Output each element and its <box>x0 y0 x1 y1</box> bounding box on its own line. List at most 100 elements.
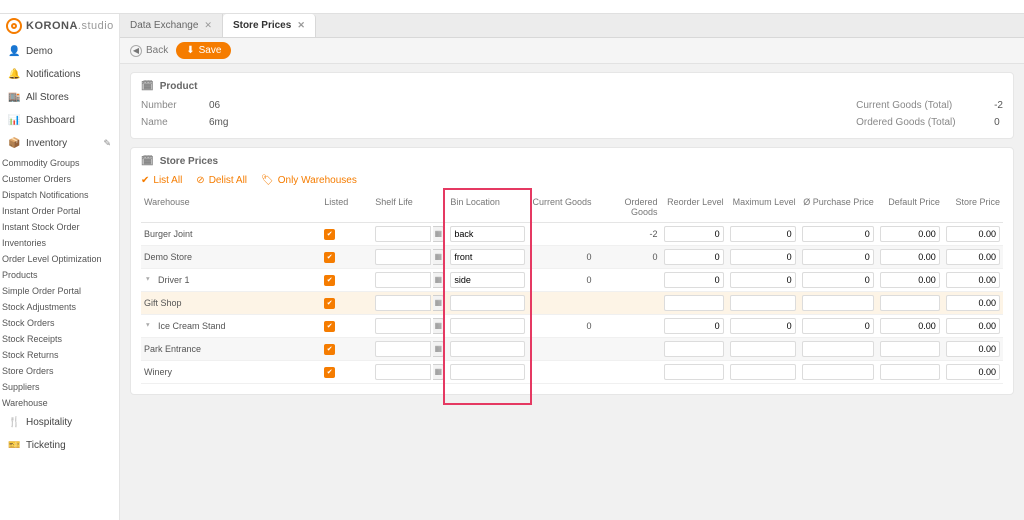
sidebar-sub-dispatch-notifications[interactable]: Dispatch Notifications <box>0 187 119 203</box>
cell-store-price[interactable] <box>943 360 1003 383</box>
cell-reorder-level[interactable] <box>661 245 727 268</box>
shelf-life-input[interactable] <box>375 295 431 311</box>
store-price-input[interactable] <box>946 318 1000 334</box>
bin-location-input[interactable] <box>450 318 525 334</box>
sidebar-item-hospitality[interactable]: 🍴Hospitality <box>0 411 119 434</box>
cell-bin-location[interactable] <box>447 245 528 268</box>
table-row[interactable]: Burger Joint✔▦-2 <box>141 222 1003 245</box>
purchase-price-input[interactable] <box>802 341 874 357</box>
reorder-level-input[interactable] <box>664 318 724 334</box>
default-price-input[interactable] <box>880 249 940 265</box>
bin-location-input[interactable] <box>450 295 525 311</box>
table-row[interactable]: Ice Cream Stand✔▦0 <box>141 314 1003 337</box>
close-icon[interactable]: ✕ <box>204 20 212 31</box>
cell-store-price[interactable] <box>943 337 1003 360</box>
cell-bin-location[interactable] <box>447 268 528 291</box>
cell-listed[interactable]: ✔ <box>321 222 372 245</box>
sidebar-sub-instant-stock-order[interactable]: Instant Stock Order <box>0 219 119 235</box>
checkbox-checked-icon[interactable]: ✔ <box>324 252 335 263</box>
edit-icon[interactable]: ✎ <box>103 138 111 149</box>
bin-location-input[interactable] <box>450 249 525 265</box>
close-icon[interactable]: ✕ <box>297 20 305 31</box>
cell-listed[interactable]: ✔ <box>321 337 372 360</box>
reorder-level-input[interactable] <box>664 295 724 311</box>
checkbox-checked-icon[interactable]: ✔ <box>324 298 335 309</box>
store-price-input[interactable] <box>946 364 1000 380</box>
calendar-icon[interactable]: ▦ <box>433 364 444 380</box>
calendar-icon[interactable]: ▦ <box>433 272 444 288</box>
cell-listed[interactable]: ✔ <box>321 268 372 291</box>
cell-reorder-level[interactable] <box>661 222 727 245</box>
calendar-icon[interactable]: ▦ <box>433 226 444 242</box>
purchase-price-input[interactable] <box>802 272 874 288</box>
shelf-life-input[interactable] <box>375 226 431 242</box>
shelf-life-input[interactable] <box>375 272 431 288</box>
default-price-input[interactable] <box>880 341 940 357</box>
cell-listed[interactable]: ✔ <box>321 314 372 337</box>
cell-shelf-life[interactable]: ▦ <box>372 291 447 314</box>
maximum-level-input[interactable] <box>730 272 796 288</box>
calendar-icon[interactable]: ▦ <box>433 295 444 311</box>
tab-store-prices[interactable]: Store Prices✕ <box>223 14 316 37</box>
cell-default-price[interactable] <box>877 268 943 291</box>
cell-default-price[interactable] <box>877 222 943 245</box>
reorder-level-input[interactable] <box>664 341 724 357</box>
cell-bin-location[interactable] <box>447 337 528 360</box>
purchase-price-input[interactable] <box>802 318 874 334</box>
checkbox-checked-icon[interactable]: ✔ <box>324 367 335 378</box>
cell-store-price[interactable] <box>943 245 1003 268</box>
sidebar-sub-inventories[interactable]: Inventories <box>0 235 119 251</box>
cell-purchase-price[interactable] <box>799 337 877 360</box>
sidebar-sub-simple-order-portal[interactable]: Simple Order Portal <box>0 283 119 299</box>
cell-purchase-price[interactable] <box>799 291 877 314</box>
cell-shelf-life[interactable]: ▦ <box>372 360 447 383</box>
cell-store-price[interactable] <box>943 268 1003 291</box>
calendar-icon[interactable]: ▦ <box>433 318 444 334</box>
checkbox-checked-icon[interactable]: ✔ <box>324 344 335 355</box>
default-price-input[interactable] <box>880 295 940 311</box>
cell-bin-location[interactable] <box>447 314 528 337</box>
cell-reorder-level[interactable] <box>661 268 727 291</box>
cell-purchase-price[interactable] <box>799 314 877 337</box>
sidebar-sub-suppliers[interactable]: Suppliers <box>0 379 119 395</box>
sidebar-sub-store-orders[interactable]: Store Orders <box>0 363 119 379</box>
store-price-input[interactable] <box>946 295 1000 311</box>
table-row[interactable]: Demo Store✔▦00 <box>141 245 1003 268</box>
sidebar-sub-stock-receipts[interactable]: Stock Receipts <box>0 331 119 347</box>
purchase-price-input[interactable] <box>802 249 874 265</box>
default-price-input[interactable] <box>880 272 940 288</box>
sidebar-item-dashboard[interactable]: 📊Dashboard <box>0 109 119 132</box>
cell-maximum-level[interactable] <box>727 245 799 268</box>
bin-location-input[interactable] <box>450 364 525 380</box>
cell-default-price[interactable] <box>877 360 943 383</box>
bin-location-input[interactable] <box>450 341 525 357</box>
cell-shelf-life[interactable]: ▦ <box>372 314 447 337</box>
cell-store-price[interactable] <box>943 291 1003 314</box>
store-price-input[interactable] <box>946 249 1000 265</box>
shelf-life-input[interactable] <box>375 341 431 357</box>
cell-shelf-life[interactable]: ▦ <box>372 337 447 360</box>
cell-maximum-level[interactable] <box>727 337 799 360</box>
sidebar-sub-order-level-optimization[interactable]: Order Level Optimization <box>0 251 119 267</box>
store-price-input[interactable] <box>946 226 1000 242</box>
sidebar-sub-customer-orders[interactable]: Customer Orders <box>0 171 119 187</box>
calendar-icon[interactable]: ▦ <box>433 249 444 265</box>
reorder-level-input[interactable] <box>664 226 724 242</box>
cell-listed[interactable]: ✔ <box>321 291 372 314</box>
cell-bin-location[interactable] <box>447 291 528 314</box>
tab-data-exchange[interactable]: Data Exchange✕ <box>120 14 223 37</box>
maximum-level-input[interactable] <box>730 341 796 357</box>
cell-store-price[interactable] <box>943 222 1003 245</box>
checkbox-checked-icon[interactable]: ✔ <box>324 275 335 286</box>
sidebar-sub-stock-adjustments[interactable]: Stock Adjustments <box>0 299 119 315</box>
sidebar-sub-stock-returns[interactable]: Stock Returns <box>0 347 119 363</box>
store-price-input[interactable] <box>946 341 1000 357</box>
sidebar-item-notifications[interactable]: 🔔Notifications <box>0 63 119 86</box>
shelf-life-input[interactable] <box>375 318 431 334</box>
purchase-price-input[interactable] <box>802 226 874 242</box>
cell-reorder-level[interactable] <box>661 337 727 360</box>
cell-purchase-price[interactable] <box>799 360 877 383</box>
table-row[interactable]: Gift Shop✔▦ <box>141 291 1003 314</box>
back-button[interactable]: ◀ Back <box>130 45 168 57</box>
shelf-life-input[interactable] <box>375 364 431 380</box>
